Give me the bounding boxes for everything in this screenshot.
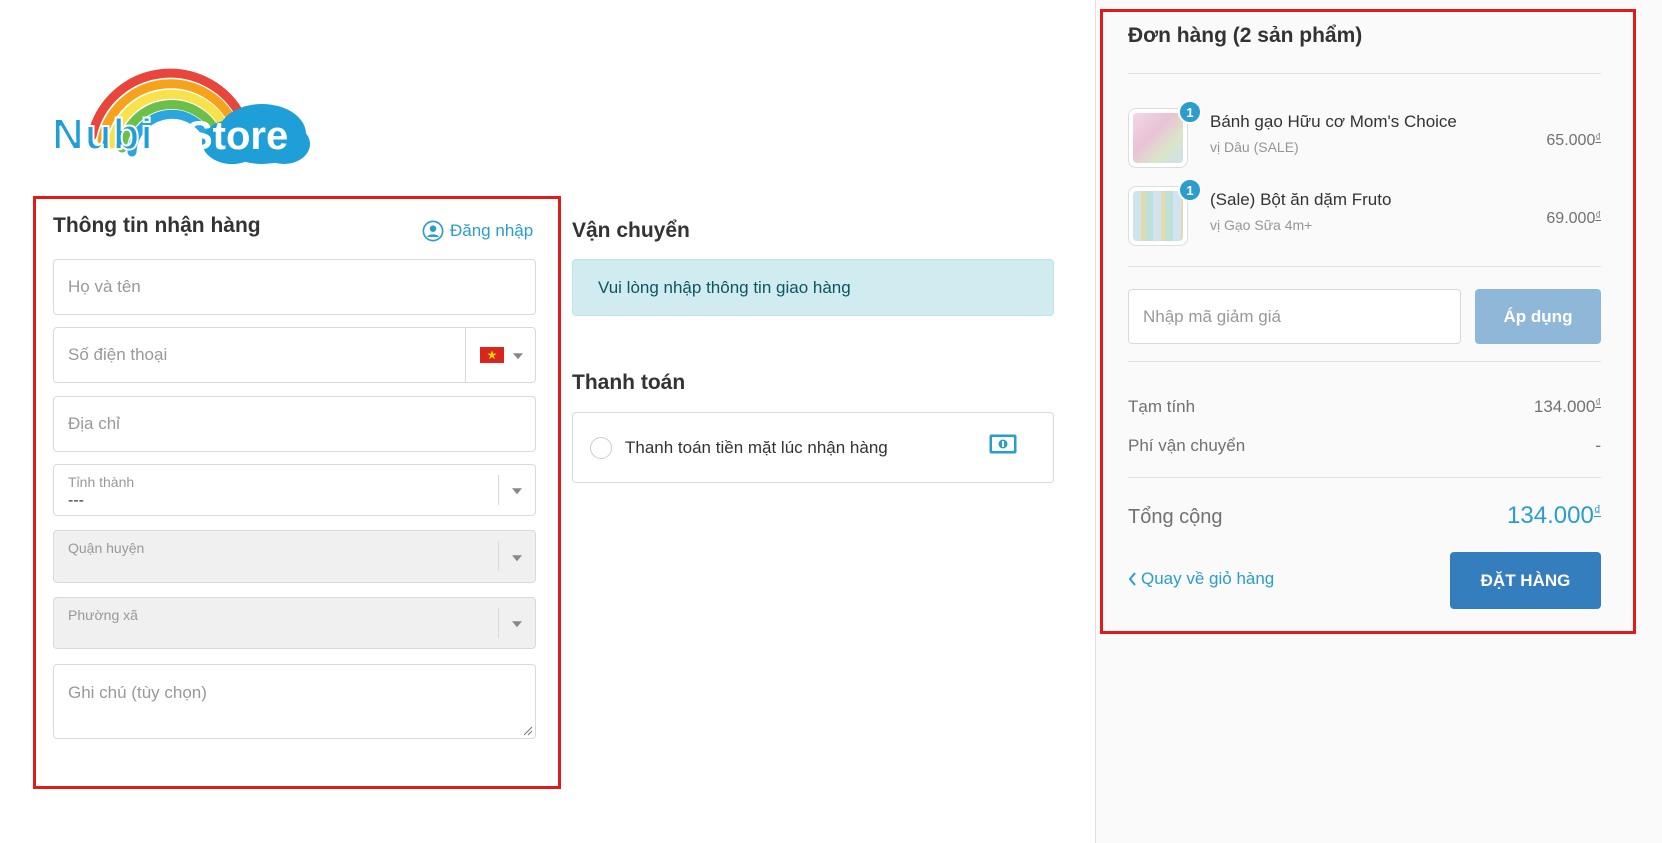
place-order-button[interactable]: ĐẶT HÀNG — [1450, 552, 1601, 609]
product-name: Bánh gạo Hữu cơ Mom's Choice — [1210, 112, 1457, 131]
phone-placeholder: Số điện thoại — [68, 345, 168, 364]
shipping-fee-value: - — [1595, 436, 1601, 455]
order-title: Đơn hàng (2 sản phẩm) — [1128, 24, 1363, 47]
shipping-title: Vận chuyển — [572, 219, 690, 242]
note-textarea[interactable]: Ghi chú (tùy chọn) — [53, 664, 536, 739]
product-image — [1133, 191, 1183, 241]
fullname-placeholder: Họ và tên — [68, 277, 141, 296]
total-amount: 134.000 — [1507, 502, 1594, 529]
order-item: 1 Bánh gạo Hữu cơ Mom's Choice vị Dâu (S… — [1128, 100, 1601, 168]
chevron-down-icon — [513, 353, 523, 360]
cash-icon — [989, 434, 1017, 454]
payment-title: Thanh toán — [572, 371, 686, 394]
apply-coupon-button[interactable]: Áp dụng — [1475, 289, 1601, 344]
district-label: Quận huyện — [68, 540, 145, 556]
chevron-down-icon — [512, 621, 522, 628]
divider — [1128, 266, 1601, 267]
shipping-alert: Vui lòng nhập thông tin giao hàng — [572, 259, 1054, 316]
province-label: Tỉnh thành — [68, 474, 135, 490]
ward-label: Phường xã — [68, 607, 138, 623]
fullname-input[interactable]: Họ và tên — [53, 259, 536, 315]
coupon-input[interactable]: Nhập mã giảm giá — [1128, 289, 1461, 344]
divider — [1128, 477, 1601, 478]
resize-grip-icon[interactable] — [523, 726, 533, 736]
payment-method-option[interactable]: Thanh toán tiền mặt lúc nhận hàng — [572, 412, 1054, 483]
district-select[interactable]: Quận huyện — [53, 530, 536, 583]
logo-word-store: Store — [186, 114, 289, 158]
user-icon — [422, 220, 444, 242]
shipping-alert-text: Vui lòng nhập thông tin giao hàng — [598, 277, 851, 297]
back-to-cart-label: Quay về giỏ hàng — [1141, 569, 1275, 588]
product-variant: vị Dâu (SALE) — [1210, 139, 1299, 155]
address-placeholder: Địa chỉ — [68, 414, 120, 433]
login-link[interactable]: Đăng nhập — [422, 220, 533, 242]
phone-input[interactable]: Số điện thoại ★ — [53, 327, 536, 383]
divider — [1128, 73, 1601, 74]
product-name: (Sale) Bột ăn dặm Fruto — [1210, 190, 1392, 209]
shipping-fee-label: Phí vận chuyển — [1128, 436, 1246, 455]
receiving-title: Thông tin nhận hàng — [53, 214, 261, 237]
chevron-left-icon — [1128, 572, 1136, 586]
subtotal-amount: 134.000 — [1533, 397, 1596, 416]
subtotal-row: Tạm tính 134.000₫ — [1128, 397, 1601, 417]
quantity-badge: 1 — [1178, 178, 1202, 202]
product-price: 65.000₫ — [1546, 132, 1601, 150]
select-divider — [498, 475, 499, 505]
store-logo[interactable]: Nubi Store — [51, 48, 312, 178]
total-value: 134.000₫ — [1507, 502, 1601, 530]
shipping-fee-row: Phí vận chuyển - — [1128, 436, 1601, 456]
address-input[interactable]: Địa chỉ — [53, 396, 536, 452]
chevron-down-icon — [512, 488, 522, 495]
total-label: Tổng cộng — [1128, 506, 1223, 528]
login-link-label: Đăng nhập — [450, 221, 534, 240]
product-image — [1133, 113, 1183, 163]
ward-select[interactable]: Phường xã — [53, 597, 536, 649]
province-select[interactable]: Tỉnh thành --- — [53, 464, 536, 516]
currency-symbol: ₫ — [1595, 132, 1601, 144]
province-value: --- — [68, 492, 84, 509]
coupon-placeholder: Nhập mã giảm giá — [1143, 306, 1281, 326]
subtotal-label: Tạm tính — [1128, 397, 1196, 416]
divider — [1128, 361, 1601, 362]
quantity-badge: 1 — [1178, 100, 1202, 124]
order-item: 1 (Sale) Bột ăn dặm Fruto vị Gạo Sữa 4m+… — [1128, 178, 1601, 246]
select-divider — [498, 608, 499, 638]
logo-word-nubi: Nubi — [51, 109, 154, 160]
subtotal-value: 134.000₫ — [1534, 397, 1601, 417]
country-code-select[interactable]: ★ — [465, 328, 535, 382]
select-divider — [498, 541, 499, 571]
price-amount: 65.000 — [1546, 132, 1596, 149]
chevron-down-icon — [512, 554, 522, 561]
vn-flag-icon: ★ — [480, 347, 504, 363]
payment-method-label: Thanh toán tiền mặt lúc nhận hàng — [625, 437, 888, 457]
product-variant: vị Gạo Sữa 4m+ — [1210, 217, 1313, 233]
back-to-cart-link[interactable]: Quay về giỏ hàng — [1128, 569, 1274, 589]
currency-symbol: ₫ — [1595, 397, 1601, 409]
payment-radio[interactable] — [590, 437, 612, 459]
product-price: 69.000₫ — [1546, 210, 1601, 228]
note-placeholder: Ghi chú (tùy chọn) — [68, 683, 207, 702]
currency-symbol: ₫ — [1593, 502, 1601, 518]
currency-symbol: ₫ — [1595, 210, 1601, 222]
price-amount: 69.000 — [1546, 210, 1596, 227]
